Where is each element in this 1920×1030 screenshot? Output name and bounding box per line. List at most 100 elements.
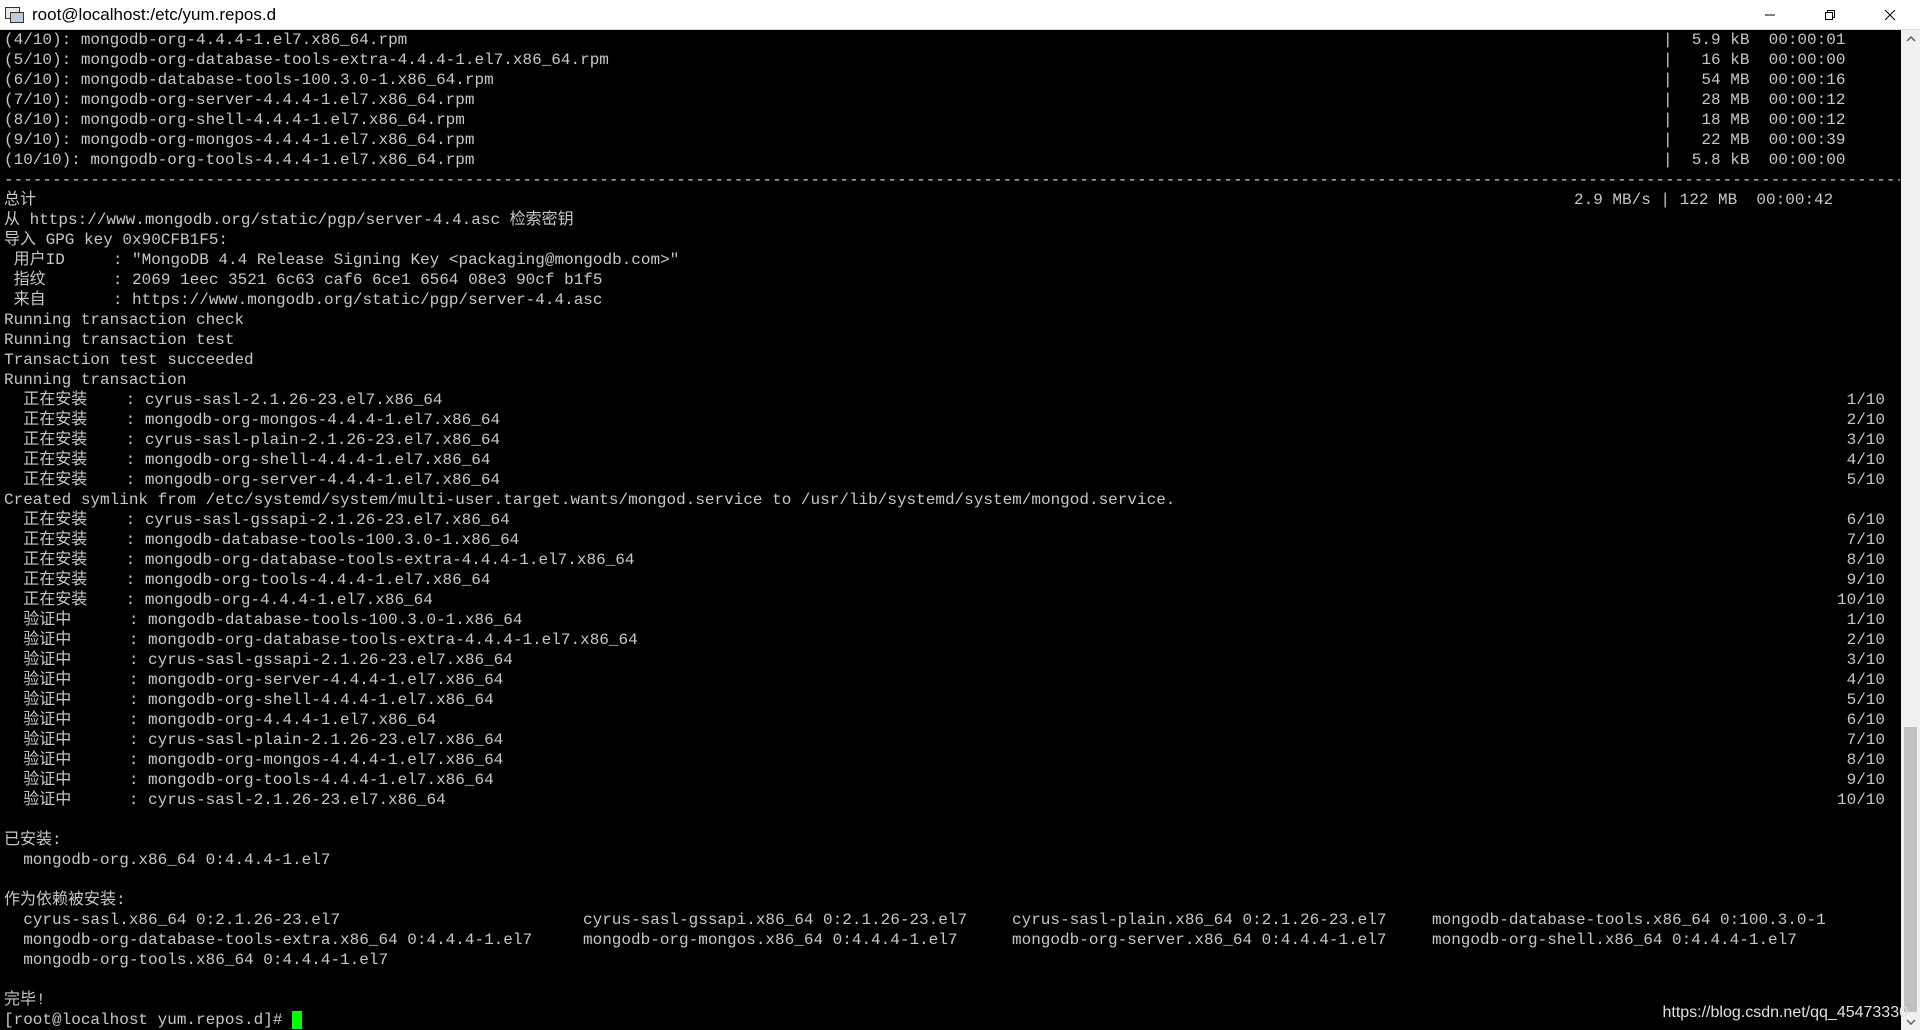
verify-row: 验证中 : mongodb-org-4.4.4-1.el7.x86_64 6/10 xyxy=(0,710,1900,730)
verify-row: 验证中 : mongodb-database-tools-100.3.0-1.x… xyxy=(0,610,1900,630)
deps-header: 作为依赖被安装: xyxy=(0,890,1900,910)
installed-label: 已安装: xyxy=(4,831,62,849)
verify-row: 验证中 : mongodb-org-server-4.4.4-1.el7.x86… xyxy=(0,670,1900,690)
scroll-up-button[interactable] xyxy=(1901,30,1920,47)
symlink-line: Created symlink from /etc/systemd/system… xyxy=(0,490,1900,510)
install-row: 正在安装 : mongodb-database-tools-100.3.0-1.… xyxy=(0,530,1900,550)
install-row: 正在安装 : mongodb-org-mongos-4.4.4-1.el7.x8… xyxy=(0,410,1900,430)
gpg-key-line: 指纹 : 2069 1eec 3521 6c63 caf6 6ce1 6564 … xyxy=(0,270,1900,290)
install-row: 正在安装 : mongodb-org-4.4.4-1.el7.x86_64 10/… xyxy=(0,590,1900,610)
install-package: 正在安装 : mongodb-org-4.4.4-1.el7.x86_64 xyxy=(4,591,433,609)
verify-row: 验证中 : mongodb-org-database-tools-extra-4… xyxy=(0,630,1900,650)
download-stats: | 16 kB 00:00:00 xyxy=(1663,51,1846,69)
verify-progress: 8/10 xyxy=(1846,751,1885,769)
dependency-package: cyrus-sasl.x86_64 0:2.1.26-23.el7 xyxy=(4,911,341,929)
download-stats: | 5.9 kB 00:00:01 xyxy=(1663,31,1846,49)
dependency-package: mongodb-database-tools.x86_64 0:100.3.0-… xyxy=(1432,911,1826,929)
gpg-key-text: 指纹 : 2069 1eec 3521 6c63 caf6 6ce1 6564 … xyxy=(4,271,603,289)
verify-progress: 10/10 xyxy=(1836,791,1885,809)
verify-package: 验证中 : mongodb-org-database-tools-extra-4… xyxy=(4,631,638,649)
transaction-line: Running transaction test xyxy=(0,330,1900,350)
transaction-text: Transaction test succeeded xyxy=(4,351,254,369)
install-row: 正在安装 : cyrus-sasl-2.1.26-23.el7.x86_64 1/… xyxy=(0,390,1900,410)
verify-package: 验证中 : cyrus-sasl-plain-2.1.26-23.el7.x86… xyxy=(4,731,504,749)
prompt-line[interactable]: [root@localhost yum.repos.d]# xyxy=(0,1010,1900,1030)
install-package: 正在安装 : cyrus-sasl-gssapi-2.1.26-23.el7.x… xyxy=(4,511,510,529)
installed-package: mongodb-org.x86_64 0:4.4.4-1.el7 xyxy=(4,851,331,869)
download-row: (6/10): mongodb-database-tools-100.3.0-1… xyxy=(0,70,1900,90)
window-titlebar[interactable]: root@localhost:/etc/yum.repos.d xyxy=(0,0,1920,30)
done-line: 完毕! xyxy=(0,990,1900,1010)
vertical-scrollbar[interactable] xyxy=(1901,30,1920,1030)
verify-package: 验证中 : mongodb-org-mongos-4.4.4-1.el7.x86… xyxy=(4,751,504,769)
verify-progress: 3/10 xyxy=(1846,651,1885,669)
install-row: 正在安装 : mongodb-org-shell-4.4.4-1.el7.x86… xyxy=(0,450,1900,470)
install-progress: 7/10 xyxy=(1846,531,1885,549)
deps-row: cyrus-sasl.x86_64 0:2.1.26-23.el7 cyrus-s… xyxy=(0,910,1900,930)
done-text: 完毕! xyxy=(4,991,46,1009)
verify-package: 验证中 : mongodb-database-tools-100.3.0-1.x… xyxy=(4,611,523,629)
total-stats: 2.9 MB/s | 122 MB 00:00:42 xyxy=(1574,191,1834,209)
shell-prompt: [root@localhost yum.repos.d]# xyxy=(4,1011,293,1029)
download-package: (5/10): mongodb-org-database-tools-extra… xyxy=(4,51,609,69)
install-package: 正在安装 : mongodb-org-mongos-4.4.4-1.el7.x8… xyxy=(4,411,501,429)
scrollbar-thumb[interactable] xyxy=(1904,727,1917,1012)
install-row: 正在安装 : cyrus-sasl-plain-2.1.26-23.el7.x8… xyxy=(0,430,1900,450)
gpg-key-text: 从 https://www.mongodb.org/static/pgp/ser… xyxy=(4,211,574,229)
dependency-package: cyrus-sasl-gssapi.x86_64 0:2.1.26-23.el7 xyxy=(583,911,968,929)
verify-package: 验证中 : mongodb-org-shell-4.4.4-1.el7.x86_… xyxy=(4,691,494,709)
gpg-key-line: 用户ID : "MongoDB 4.4 Release Signing Key … xyxy=(0,250,1900,270)
download-row: (8/10): mongodb-org-shell-4.4.4-1.el7.x8… xyxy=(0,110,1900,130)
install-progress: 9/10 xyxy=(1846,571,1885,589)
dependency-package: mongodb-org-database-tools-extra.x86_64 … xyxy=(4,931,533,949)
install-progress: 1/10 xyxy=(1846,391,1885,409)
verify-package: 验证中 : cyrus-sasl-2.1.26-23.el7.x86_64 xyxy=(4,791,446,809)
separator-text: ----------------------------------------… xyxy=(4,171,1900,189)
install-row: 正在安装 : cyrus-sasl-gssapi-2.1.26-23.el7.x… xyxy=(0,510,1900,530)
restore-icon xyxy=(1825,9,1835,20)
minimize-button[interactable] xyxy=(1740,0,1800,29)
restore-button[interactable] xyxy=(1800,0,1860,29)
window-title: root@localhost:/etc/yum.repos.d xyxy=(32,4,277,24)
total-row: 总计 2.9 MB/s | 122 MB 00:00:42 xyxy=(0,190,1900,210)
transaction-line: Running transaction check xyxy=(0,310,1900,330)
download-package: (8/10): mongodb-org-shell-4.4.4-1.el7.x8… xyxy=(4,111,465,129)
verify-package: 验证中 : mongodb-org-tools-4.4.4-1.el7.x86_… xyxy=(4,771,494,789)
verify-progress: 7/10 xyxy=(1846,731,1885,749)
verify-package: 验证中 : mongodb-org-4.4.4-1.el7.x86_64 xyxy=(4,711,437,729)
install-progress: 5/10 xyxy=(1846,471,1885,489)
verify-row: 验证中 : mongodb-org-mongos-4.4.4-1.el7.x86… xyxy=(0,750,1900,770)
dependency-package: mongodb-org-mongos.x86_64 0:4.4.4-1.el7 xyxy=(583,931,958,949)
verify-progress: 9/10 xyxy=(1846,771,1885,789)
close-button[interactable] xyxy=(1860,0,1920,29)
download-row: (5/10): mongodb-org-database-tools-extra… xyxy=(0,50,1900,70)
install-row: 正在安装 : mongodb-org-database-tools-extra-… xyxy=(0,550,1900,570)
installed-header: 已安装: xyxy=(0,830,1900,850)
download-package: (6/10): mongodb-database-tools-100.3.0-1… xyxy=(4,71,494,89)
terminal-output[interactable]: (4/10): mongodb-org-4.4.4-1.el7.x86_64.r… xyxy=(0,30,1900,1030)
gpg-key-text: 导入 GPG key 0x90CFB1F5: xyxy=(4,231,229,249)
download-stats: | 5.8 kB 00:00:00 xyxy=(1663,151,1846,169)
download-stats: | 28 MB 00:00:12 xyxy=(1663,91,1846,109)
total-label: 总计 xyxy=(4,191,37,209)
download-row: (4/10): mongodb-org-4.4.4-1.el7.x86_64.r… xyxy=(0,30,1900,50)
download-stats: | 54 MB 00:00:16 xyxy=(1663,71,1846,89)
download-stats: | 22 MB 00:00:39 xyxy=(1663,131,1846,149)
install-row: 正在安装 : mongodb-org-server-4.4.4-1.el7.x8… xyxy=(0,470,1900,490)
verify-row: 验证中 : mongodb-org-tools-4.4.4-1.el7.x86_… xyxy=(0,770,1900,790)
verify-row: 验证中 : cyrus-sasl-plain-2.1.26-23.el7.x86… xyxy=(0,730,1900,750)
download-row: (7/10): mongodb-org-server-4.4.4-1.el7.x… xyxy=(0,90,1900,110)
separator-line: ----------------------------------------… xyxy=(0,170,1900,190)
deps-row: mongodb-org-database-tools-extra.x86_64 … xyxy=(0,930,1900,950)
install-progress: 2/10 xyxy=(1846,411,1885,429)
transaction-line: Transaction test succeeded xyxy=(0,350,1900,370)
dependency-package: cyrus-sasl-plain.x86_64 0:2.1.26-23.el7 xyxy=(1012,911,1387,929)
verify-progress: 1/10 xyxy=(1846,611,1885,629)
window-controls xyxy=(1740,0,1920,29)
transaction-line: Running transaction xyxy=(0,370,1900,390)
install-progress: 6/10 xyxy=(1846,511,1885,529)
verify-row: 验证中 : mongodb-org-shell-4.4.4-1.el7.x86_… xyxy=(0,690,1900,710)
text-cursor xyxy=(292,1011,303,1029)
